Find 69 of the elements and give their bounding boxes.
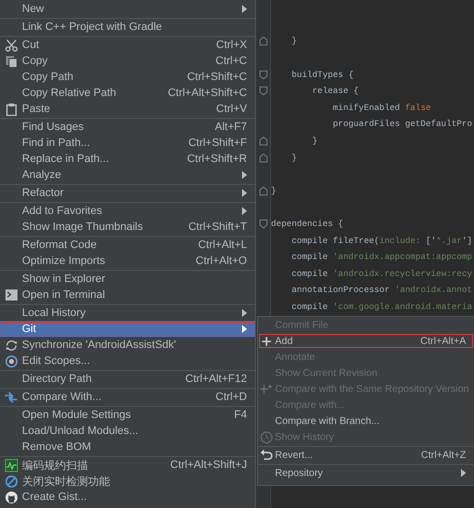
- menu-item[interactable]: Compare with Branch...: [258, 413, 474, 429]
- menu-item[interactable]: Add Ctrl+Alt+A: [258, 333, 474, 349]
- menu-item[interactable]: Edit Scopes...: [0, 353, 255, 369]
- menu-item[interactable]: Load/Unload Modules...: [0, 423, 255, 439]
- menu-item[interactable]: Show in Explorer: [0, 271, 255, 287]
- menu-item[interactable]: Local History: [0, 305, 255, 321]
- copy-icon: [4, 54, 18, 68]
- terminal-icon: [4, 289, 18, 301]
- menu-item[interactable]: Synchronize 'AndroidAssistSdk': [0, 337, 255, 353]
- menu-item[interactable]: Link C++ Project with Gradle: [0, 19, 255, 35]
- menu-item[interactable]: Reformat Code Ctrl+Alt+L: [0, 237, 255, 253]
- code-line: buildTypes {: [290, 70, 354, 80]
- code-line: compile fileTree(include: ['*.jar']: [290, 236, 472, 246]
- menu-item[interactable]: Cut Ctrl+X: [0, 37, 255, 53]
- code-line: proguardFiles getDefaultPro: [332, 119, 472, 130]
- menu-item[interactable]: Copy Ctrl+C: [0, 53, 255, 69]
- fold-marker-icon[interactable]: [258, 70, 268, 80]
- refresh-icon: [4, 338, 18, 352]
- cat-logo-icon: [4, 490, 18, 504]
- code-line: annotationProcessor 'androidx.annot: [290, 285, 472, 296]
- sparkle-icon: [260, 382, 272, 396]
- menu-item[interactable]: Refactor: [0, 185, 255, 201]
- code-line: }: [290, 36, 297, 46]
- code-line: release {: [311, 86, 359, 96]
- compare-arrows-icon: [4, 390, 18, 404]
- menu-item[interactable]: Copy Relative Path Ctrl+Alt+Shift+C: [0, 85, 255, 101]
- code-line: }: [311, 136, 318, 146]
- menu-item[interactable]: Git: [0, 321, 255, 337]
- menu-item[interactable]: Replace in Path... Ctrl+Shift+R: [0, 151, 255, 167]
- menu-item[interactable]: Create Gist...: [0, 489, 255, 505]
- menu-item[interactable]: Analyze: [0, 167, 255, 183]
- menu-item[interactable]: Directory Path Ctrl+Alt+F12: [0, 371, 255, 387]
- code-line: }: [290, 152, 297, 163]
- code-line: compile 'androidx.recyclerview:recy: [290, 268, 472, 279]
- code-line: minifyEnabled false: [332, 102, 431, 113]
- menu-item[interactable]: 关闭实时检测功能: [0, 473, 255, 489]
- fold-marker-icon[interactable]: [258, 152, 268, 163]
- chart-icon: [4, 458, 18, 472]
- menu-item[interactable]: Show Image Thumbnails Ctrl+Shift+T: [0, 219, 255, 235]
- menu-item[interactable]: New: [0, 1, 255, 17]
- scissors-icon: [4, 38, 18, 52]
- clipboard-icon: [4, 102, 18, 116]
- fold-marker-icon[interactable]: [258, 186, 268, 196]
- clock-icon: [260, 430, 272, 444]
- menu-item[interactable]: 编码规约扫描 Ctrl+Alt+Shift+J: [0, 457, 255, 473]
- code-line: compile 'com.google.android.materia: [290, 302, 472, 312]
- prohibited-icon: [4, 474, 18, 488]
- menu-item[interactable]: Find Usages Alt+F7: [0, 119, 255, 135]
- menu-item[interactable]: Revert... Ctrl+Alt+Z: [258, 447, 474, 463]
- undo-arrow-icon: [260, 449, 272, 461]
- menu-item[interactable]: Repository: [258, 465, 474, 481]
- code-line: dependencies {: [271, 219, 344, 230]
- menu-item[interactable]: Copy Path Ctrl+Shift+C: [0, 69, 255, 85]
- menu-item[interactable]: Remove BOM: [0, 439, 255, 455]
- menu-item[interactable]: Open Module Settings F4: [0, 407, 255, 423]
- code-line: compile 'androidx.appcompat:appcomp: [290, 252, 472, 262]
- menu-item[interactable]: Paste Ctrl+V: [0, 101, 255, 117]
- fold-marker-icon[interactable]: [258, 36, 268, 46]
- menu-item[interactable]: Add to Favorites: [0, 203, 255, 219]
- menu-item[interactable]: Optimize Imports Ctrl+Alt+O: [0, 253, 255, 269]
- fold-marker-icon[interactable]: [258, 136, 268, 146]
- menu-item[interactable]: Find in Path... Ctrl+Shift+F: [0, 135, 255, 151]
- fold-marker-icon[interactable]: [258, 219, 268, 230]
- target-icon: [4, 354, 18, 368]
- plus-icon: [260, 336, 272, 346]
- menu-item[interactable]: Open in Terminal: [0, 287, 255, 303]
- menu-item[interactable]: Compare With... Ctrl+D: [0, 389, 255, 405]
- code-line: }: [271, 186, 276, 196]
- fold-marker-icon[interactable]: [258, 86, 268, 96]
